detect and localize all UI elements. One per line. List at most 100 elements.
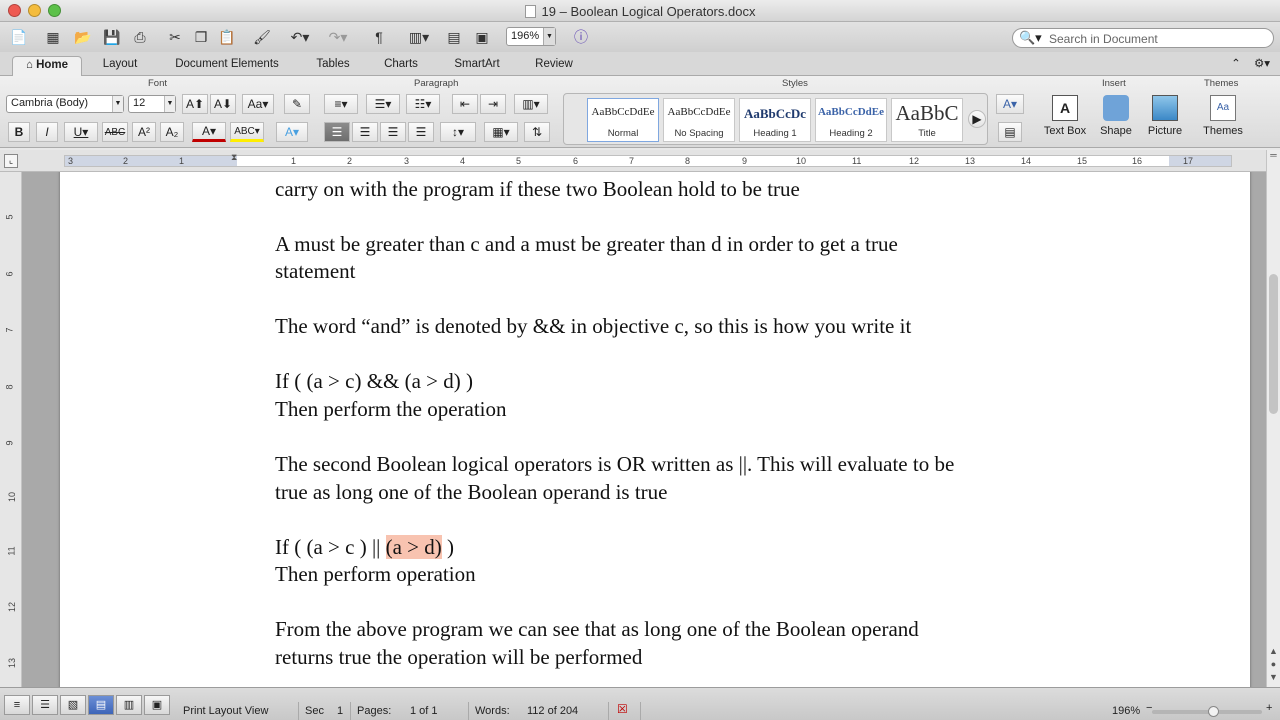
bold-button[interactable]: B <box>8 122 30 142</box>
group-font-label: Font <box>148 78 168 89</box>
numbering-button[interactable]: ☰▾ <box>366 94 400 114</box>
insert-shape-button[interactable]: Shape <box>1096 95 1136 137</box>
print-layout-view-button[interactable]: ▤ <box>88 695 114 715</box>
change-case-button[interactable]: Aa▾ <box>242 94 274 114</box>
outline-view-button[interactable]: ☰ <box>32 695 58 715</box>
group-themes-label: Themes <box>1204 78 1239 89</box>
search-field[interactable]: 🔍▾ Search in Document <box>1012 28 1274 48</box>
scroll-down-icon[interactable]: ▼ <box>1268 672 1279 684</box>
styles-pane-button[interactable]: ▤ <box>998 122 1022 142</box>
new-document-icon[interactable]: 📄 <box>4 26 34 48</box>
draft-view-button[interactable]: ≡ <box>4 695 30 715</box>
align-right-button[interactable]: ☰ <box>380 122 406 142</box>
superscript-button[interactable]: A² <box>132 122 156 142</box>
tab-tables[interactable]: Tables <box>304 56 362 76</box>
scroll-thumb[interactable] <box>1269 274 1278 414</box>
grow-font-button[interactable]: A⬆ <box>182 94 208 114</box>
clear-formatting-button[interactable]: ✎ <box>284 94 310 114</box>
ribbon-settings-icon[interactable]: ⚙▾ <box>1250 56 1274 76</box>
change-styles-button[interactable]: A▾ <box>996 94 1024 114</box>
scroll-up-icon[interactable]: ▲ <box>1268 646 1279 658</box>
publishing-view-button[interactable]: ▧ <box>60 695 86 715</box>
indent-marker-icon[interactable]: ⧗ <box>231 152 241 168</box>
status-bar: ≡ ☰ ▧ ▤ ▥ ▣ Print Layout View Sec 1 Page… <box>0 687 1280 720</box>
underline-button[interactable]: U▾ <box>64 122 98 142</box>
pages-label: Pages: <box>357 705 392 717</box>
style-title[interactable]: AaBbC Title <box>891 98 963 142</box>
print-icon[interactable]: ⎙ <box>128 26 152 48</box>
focus-view-button[interactable]: ▣ <box>144 695 170 715</box>
text-effects-button[interactable]: A▾ <box>276 122 308 142</box>
font-name-select[interactable]: Cambria (Body) ▼ <box>6 95 124 113</box>
columns-button[interactable]: ▥▾ <box>514 94 548 114</box>
save-icon[interactable]: 💾 <box>100 26 124 48</box>
style-no-spacing[interactable]: AaBbCcDdEe No Spacing <box>663 98 735 142</box>
borders-button[interactable]: ▦▾ <box>484 122 518 142</box>
split-handle-icon[interactable]: ═ <box>1268 150 1279 162</box>
style-heading-1[interactable]: AaBbCcDc Heading 1 <box>739 98 811 142</box>
cut-icon[interactable]: ✂ <box>164 26 186 48</box>
notebook-view-button[interactable]: ▥ <box>116 695 142 715</box>
increase-indent-button[interactable]: ⇥ <box>480 94 506 114</box>
zoom-slider-knob[interactable] <box>1208 706 1219 717</box>
home-icon: ⌂ <box>25 59 37 71</box>
styles-next-button[interactable]: ▶ <box>968 110 986 128</box>
selected-text[interactable]: (a > d) <box>385 535 442 559</box>
multilevel-list-button[interactable]: ☷▾ <box>406 94 440 114</box>
redo-icon[interactable]: ↷▾ <box>322 26 354 48</box>
doc-line: The second Boolean logical operators is … <box>275 452 955 476</box>
document-page[interactable]: carry on with the program if these two B… <box>60 172 1250 687</box>
style-normal[interactable]: AaBbCcDdEe Normal <box>587 98 659 142</box>
undo-icon[interactable]: ↶▾ <box>284 26 316 48</box>
tab-review[interactable]: Review <box>524 56 584 76</box>
horizontal-ruler[interactable]: ⌞ 3 2 1 1 2 3 4 5 6 7 8 9 10 11 12 13 14… <box>0 150 1280 172</box>
document-canvas[interactable]: carry on with the program if these two B… <box>22 172 1266 687</box>
subscript-button[interactable]: A₂ <box>160 122 184 142</box>
font-size-select[interactable]: 12 ▼ <box>128 95 176 113</box>
tab-smartart[interactable]: SmartArt <box>440 56 514 76</box>
format-painter-icon[interactable]: 🖌 <box>250 26 274 48</box>
sidebar-icon[interactable]: ▥▾ <box>402 26 436 48</box>
paste-icon[interactable]: 📋 <box>216 26 238 48</box>
collapse-ribbon-icon[interactable]: ⌃ <box>1228 56 1244 76</box>
font-color-button[interactable]: A▾ <box>192 122 226 142</box>
gallery-icon[interactable]: ▤ <box>442 26 466 48</box>
line-spacing-button[interactable]: ↕▾ <box>440 122 476 142</box>
copy-icon[interactable]: ❐ <box>190 26 212 48</box>
highlight-button[interactable]: ABC▾ <box>230 122 264 142</box>
tab-home[interactable]: ⌂ Home <box>12 56 82 76</box>
browse-object-icon[interactable]: ● <box>1268 659 1279 671</box>
open-icon[interactable]: 📂 <box>70 26 96 48</box>
zoom-in-icon[interactable]: + <box>1266 702 1272 714</box>
insert-text-box-button[interactable]: A Text Box <box>1042 95 1088 137</box>
spell-check-icon[interactable]: ☒ <box>617 702 628 716</box>
sort-button[interactable]: ⇅ <box>524 122 550 142</box>
align-center-button[interactable]: ☰ <box>352 122 378 142</box>
zoom-slider[interactable] <box>1152 706 1262 717</box>
decrease-indent-button[interactable]: ⇤ <box>452 94 478 114</box>
tab-document-elements[interactable]: Document Elements <box>160 56 294 76</box>
templates-icon[interactable]: ▦ <box>40 26 66 48</box>
style-heading-2[interactable]: AaBbCcDdEe Heading 2 <box>815 98 887 142</box>
zoom-select[interactable]: 196% ▼ <box>506 27 556 46</box>
strikethrough-button[interactable]: ABC <box>102 122 128 142</box>
help-icon[interactable]: ⓘ <box>570 26 592 48</box>
vertical-scrollbar[interactable]: ═ ▲ ● ▼ <box>1266 150 1280 687</box>
doc-line: If ( (a > c ) || (a > d) ) <box>275 535 455 559</box>
insert-picture-button[interactable]: Picture <box>1144 95 1186 137</box>
chevron-down-icon: ▼ <box>164 96 175 112</box>
tab-stop-icon[interactable]: ⌞ <box>4 154 18 168</box>
tab-layout[interactable]: Layout <box>90 56 150 76</box>
section-label: Sec <box>305 705 324 717</box>
media-browser-icon[interactable]: ▣ <box>470 26 494 48</box>
word-count[interactable]: 112 of 204 <box>527 705 578 717</box>
shrink-font-button[interactable]: A⬇ <box>210 94 236 114</box>
align-left-button[interactable]: ☰ <box>324 122 350 142</box>
themes-button[interactable]: Aa Themes <box>1200 95 1246 137</box>
pilcrow-icon[interactable]: ¶ <box>368 26 390 48</box>
italic-button[interactable]: I <box>36 122 58 142</box>
justify-button[interactable]: ☰ <box>408 122 434 142</box>
font-name-value: Cambria (Body) <box>11 97 89 109</box>
tab-charts[interactable]: Charts <box>372 56 430 76</box>
bullets-button[interactable]: ≡▾ <box>324 94 358 114</box>
